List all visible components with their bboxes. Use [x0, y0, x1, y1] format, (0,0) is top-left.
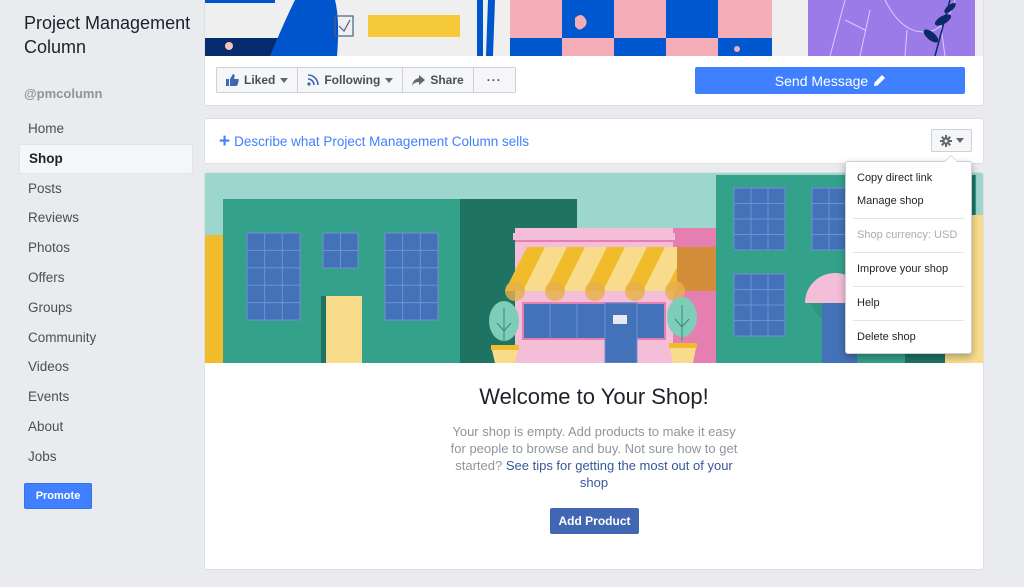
share-label: Share [430, 73, 464, 87]
welcome-text: Your shop is empty. Add products to make… [445, 423, 743, 491]
sidebar-item-shop[interactable]: Shop [19, 143, 193, 174]
cover-card: Liked Following Share ··· Send Message [204, 0, 984, 106]
following-button[interactable]: Following [298, 68, 404, 92]
menu-divider [853, 218, 964, 219]
menu-item-copy-direct-link[interactable]: Copy direct link [846, 167, 971, 190]
menu-divider [853, 286, 964, 287]
page-name[interactable]: Project Management Column [24, 11, 194, 59]
menu-item-help[interactable]: Help [846, 292, 971, 315]
plus-icon: + [219, 130, 231, 152]
liked-button[interactable]: Liked [217, 68, 299, 92]
cover-photo[interactable] [205, 0, 984, 56]
sidebar-item-community[interactable]: Community [19, 323, 193, 353]
menu-divider [853, 252, 964, 253]
describe-shop-label: Describe what Project Management Column … [234, 134, 529, 149]
menu-item-improve-shop[interactable]: Improve your shop [846, 258, 971, 281]
sidebar-item-groups[interactable]: Groups [19, 293, 193, 323]
page-actions: Liked Following Share ··· [216, 67, 516, 93]
share-icon [412, 74, 426, 86]
sidebar-item-reviews[interactable]: Reviews [19, 203, 193, 233]
sidebar-item-photos[interactable]: Photos [19, 233, 193, 263]
tips-link[interactable]: See tips for getting the most out of you… [506, 458, 733, 490]
thumbs-up-icon [226, 74, 239, 86]
add-product-button[interactable]: Add Product [550, 508, 639, 534]
menu-item-delete-shop[interactable]: Delete shop [846, 326, 971, 349]
welcome-title: Welcome to Your Shop! [479, 384, 709, 409]
promote-button[interactable]: Promote [24, 483, 92, 509]
sidebar-item-videos[interactable]: Videos [19, 352, 193, 382]
chevron-down-icon [955, 138, 964, 143]
liked-label: Liked [244, 73, 276, 87]
more-icon: ··· [486, 73, 502, 87]
following-label: Following [324, 73, 381, 87]
rss-icon [307, 74, 320, 86]
describe-shop-link[interactable]: + Describe what Project Management Colum… [219, 130, 529, 152]
menu-item-shop-currency: Shop currency: USD [857, 229, 958, 241]
shop-settings-button[interactable] [931, 129, 972, 152]
menu-divider [853, 320, 964, 321]
page-handle[interactable]: @pmcolumn [24, 86, 102, 101]
pencil-icon [874, 75, 886, 86]
sidebar-nav: Home Shop Posts Reviews Photos Offers Gr… [19, 114, 193, 472]
more-options-button[interactable]: ··· [474, 68, 515, 92]
send-message-button[interactable]: Send Message [695, 67, 965, 94]
sidebar-item-home[interactable]: Home [19, 114, 193, 144]
chevron-down-icon [280, 77, 289, 83]
send-message-label: Send Message [774, 72, 869, 89]
menu-item-manage-shop[interactable]: Manage shop [846, 190, 971, 213]
describe-shop-card: + Describe what Project Management Colum… [204, 118, 984, 164]
chevron-down-icon [385, 77, 394, 83]
sidebar-item-events[interactable]: Events [19, 382, 193, 412]
sidebar-item-offers[interactable]: Offers [19, 263, 193, 293]
shop-settings-menu: Copy direct link Manage shop Shop curren… [845, 155, 972, 354]
sidebar-item-jobs[interactable]: Jobs [19, 442, 193, 472]
gear-icon [939, 134, 952, 147]
sidebar-item-about[interactable]: About [19, 412, 193, 442]
share-button[interactable]: Share [403, 68, 474, 92]
sidebar-item-posts[interactable]: Posts [19, 174, 193, 204]
